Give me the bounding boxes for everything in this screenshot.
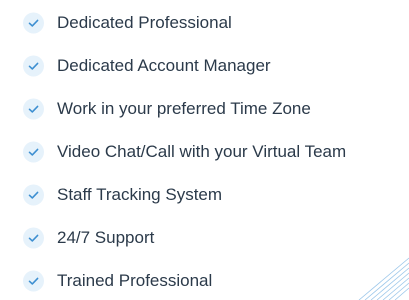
check-icon — [23, 12, 44, 34]
feature-label: Staff Tracking System — [57, 185, 223, 204]
check-icon — [23, 55, 44, 77]
feature-label: Dedicated Account Manager — [57, 56, 271, 75]
check-icon — [23, 141, 44, 163]
diagonal-lines-decoration — [358, 257, 409, 300]
feature-list-panel: Dedicated Professional Dedicated Account… — [0, 0, 409, 300]
check-icon — [23, 227, 44, 249]
feature-label: Trained Professional — [57, 271, 213, 290]
check-icon — [23, 270, 44, 292]
feature-label: Dedicated Professional — [57, 13, 232, 32]
feature-label: 24/7 Support — [57, 228, 155, 247]
check-icon — [23, 184, 44, 206]
feature-label: Work in your preferred Time Zone — [57, 99, 311, 118]
feature-label: Video Chat/Call with your Virtual Team — [57, 142, 347, 161]
check-icon — [23, 98, 44, 120]
